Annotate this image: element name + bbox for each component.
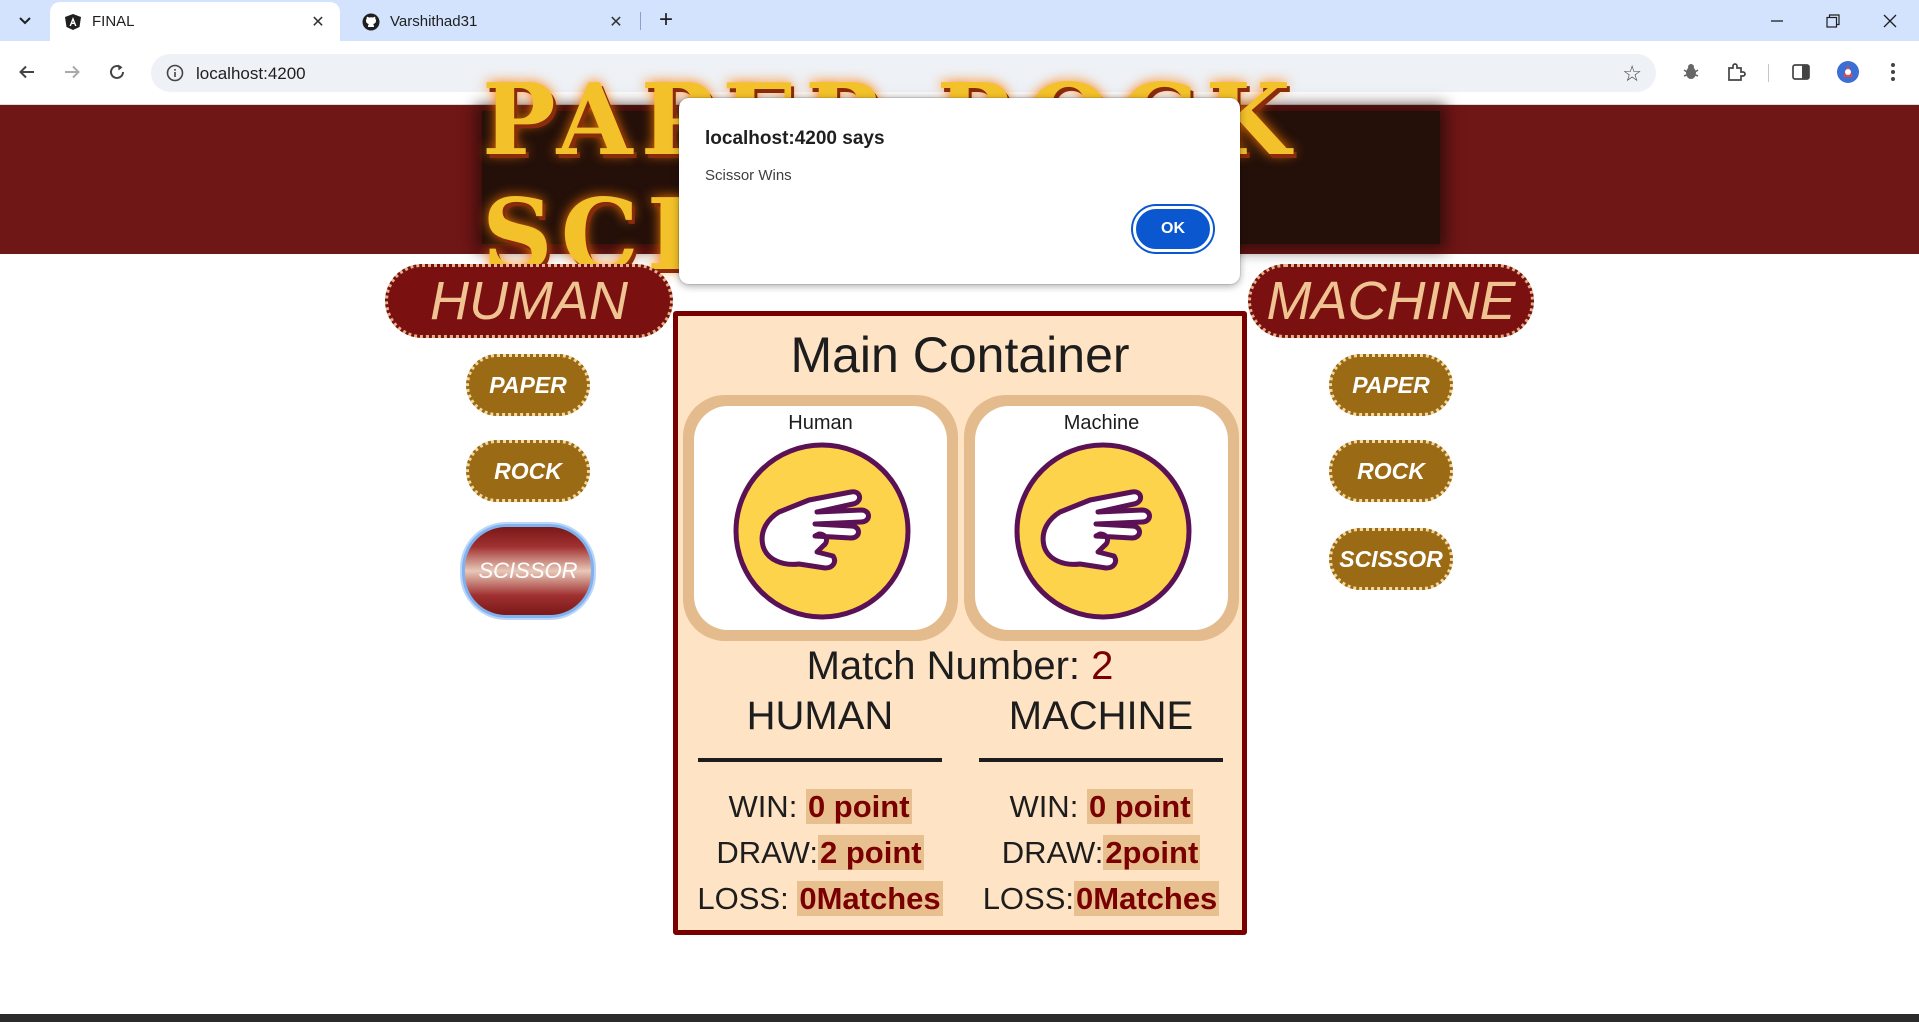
back-button[interactable] (10, 55, 44, 89)
machine-draw-row: DRAW:2point (976, 830, 1226, 876)
arrow-right-icon (65, 65, 80, 79)
tab-search-button[interactable] (10, 6, 40, 34)
plus-icon: + (658, 6, 673, 33)
machine-draw-value: 2point (1103, 835, 1201, 870)
match-label: Match Number: (806, 644, 1081, 688)
bookmark-star-icon[interactable]: ☆ (1622, 61, 1642, 87)
machine-card-label: Machine (1063, 412, 1140, 434)
reload-icon (110, 64, 124, 79)
menu-kebab-icon[interactable] (1876, 55, 1910, 89)
draw-label: DRAW: (716, 835, 818, 870)
tab-divider (640, 12, 641, 30)
human-draw-value: 2 point (818, 835, 924, 870)
human-scissor-button[interactable]: SCISSOR (462, 524, 594, 618)
match-number: Match Number: 2 (678, 644, 1242, 689)
main-title: Main Container (790, 327, 1130, 383)
human-loss-value: 0Matches (797, 881, 943, 916)
extensions-puzzle-icon[interactable] (1719, 55, 1753, 89)
human-draw-row: DRAW:2 point (695, 830, 945, 876)
tab-varshithad31[interactable]: Varshithad31 ✕ (348, 2, 638, 41)
loss-label: LOSS: (697, 881, 789, 916)
minimize-button[interactable] (1749, 0, 1805, 41)
machine-title: MACHINE (1248, 264, 1534, 338)
info-icon[interactable] (165, 63, 185, 83)
extension-bug-icon[interactable] (1674, 55, 1708, 89)
dialog-message: Scissor Wins (705, 167, 792, 184)
machine-loss-row: LOSS:0Matches (976, 876, 1226, 922)
profile-avatar-icon[interactable] (1831, 55, 1865, 89)
machine-rock-button[interactable]: ROCK (1329, 440, 1453, 502)
angular-icon (64, 13, 82, 31)
forward-button[interactable] (55, 55, 89, 89)
human-loss-row: LOSS: 0Matches (695, 876, 945, 922)
tab-final[interactable]: FINAL ✕ (50, 2, 340, 41)
taskbar-edge (0, 1014, 1919, 1022)
scissor-hand-icon (1014, 442, 1192, 620)
human-title: HUMAN (385, 264, 673, 338)
draw-label: DRAW: (1001, 835, 1104, 870)
url-text[interactable]: localhost:4200 (196, 64, 306, 84)
close-icon[interactable]: ✕ (308, 12, 328, 32)
human-win-value: 0 point (805, 789, 912, 824)
ok-button[interactable]: OK (1133, 206, 1213, 252)
machine-win-value: 0 point (1086, 789, 1193, 824)
tab-strip: FINAL ✕ Varshithad31 ✕ + (0, 0, 1919, 41)
machine-scissor-button[interactable]: SCISSOR (1329, 528, 1453, 590)
tab-title: Varshithad31 (390, 13, 478, 30)
loss-label: LOSS: (982, 881, 1075, 916)
scissor-hand-icon (733, 442, 911, 620)
win-label: WIN: (728, 789, 798, 824)
human-scoreboard: HUMAN WIN: 0 point DRAW:2 point LOSS: 0M… (695, 694, 945, 922)
close-window-button[interactable] (1862, 0, 1918, 41)
machine-hand-card: Machine (964, 395, 1239, 641)
machine-score-header: MACHINE (1008, 694, 1194, 738)
toolbar-divider (1768, 64, 1769, 82)
human-card-label: Human (788, 412, 853, 434)
reload-button[interactable] (100, 55, 134, 89)
minimize-icon (1771, 19, 1783, 22)
human-hand-card: Human (683, 395, 958, 641)
close-icon[interactable]: ✕ (606, 12, 626, 32)
alert-dialog: localhost:4200 says Scissor Wins OK (679, 98, 1240, 284)
human-win-row: WIN: 0 point (695, 784, 945, 830)
restore-button[interactable] (1805, 0, 1861, 41)
new-tab-button[interactable]: + (652, 6, 680, 34)
restore-icon (1826, 13, 1840, 28)
human-rock-button[interactable]: ROCK (466, 440, 590, 502)
machine-scoreboard: MACHINE WIN: 0 point DRAW:2point LOSS:0M… (976, 694, 1226, 922)
side-panel-icon[interactable] (1784, 55, 1818, 89)
win-label: WIN: (1009, 789, 1079, 824)
github-icon (362, 13, 380, 31)
human-score-header: HUMAN (746, 694, 894, 738)
dialog-title: localhost:4200 says (705, 128, 885, 149)
close-icon (1883, 14, 1897, 27)
match-number-value: 2 (1091, 644, 1114, 688)
chevron-down-icon (19, 17, 31, 25)
tab-title: FINAL (92, 13, 135, 30)
machine-loss-value: 0Matches (1074, 881, 1220, 916)
machine-win-row: WIN: 0 point (976, 784, 1226, 830)
main-container: Main Container Human Machine Match Numbe… (673, 311, 1247, 935)
machine-paper-button[interactable]: PAPER (1329, 354, 1453, 416)
human-paper-button[interactable]: PAPER (466, 354, 590, 416)
arrow-left-icon (19, 65, 34, 79)
